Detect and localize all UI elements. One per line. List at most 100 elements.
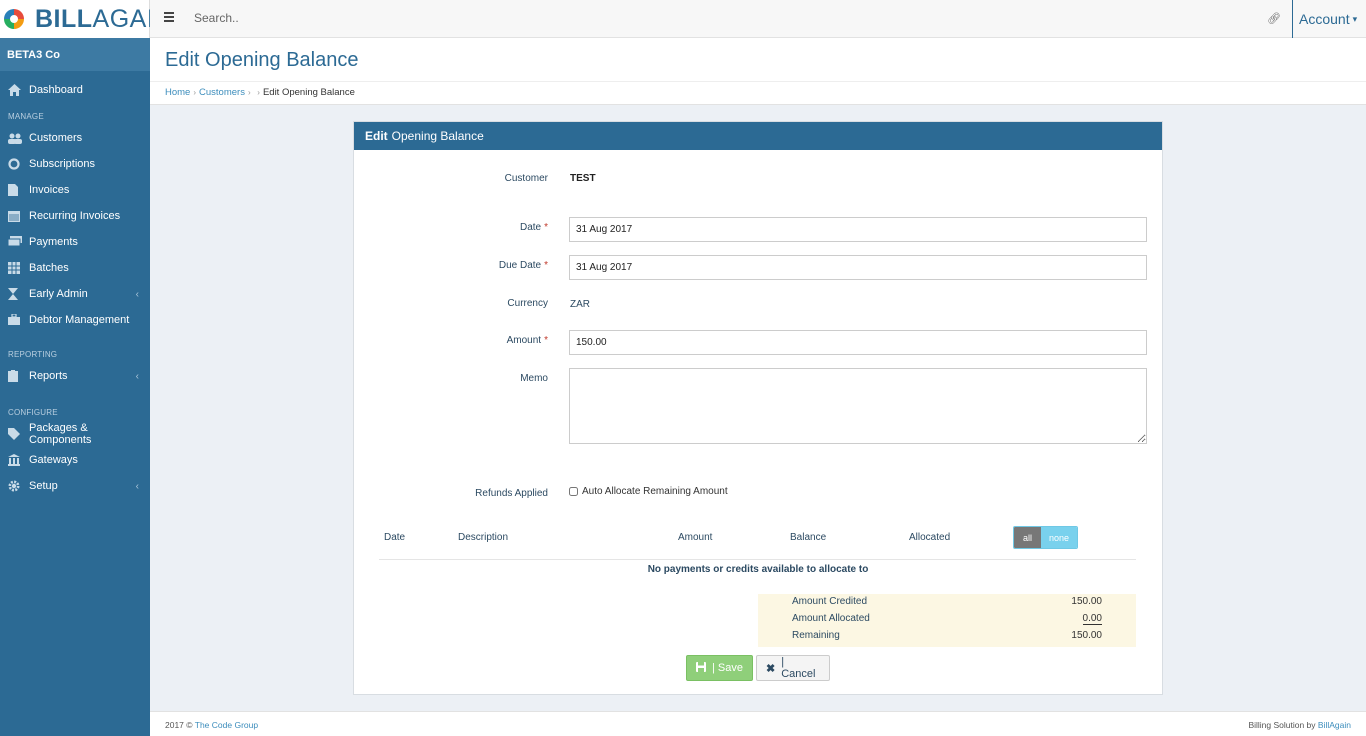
col-date: Date — [384, 532, 406, 543]
sidebar-item-customers[interactable]: Customers — [0, 125, 150, 151]
date-label: Date * — [519, 222, 548, 233]
currency-label: Currency — [507, 298, 548, 309]
sidebar-item-invoices[interactable]: Invoices — [0, 177, 150, 203]
remaining-label: Remaining — [792, 630, 840, 641]
breadcrumb-separator: › › — [247, 88, 260, 97]
refresh-icon — [8, 158, 21, 170]
bank-icon — [8, 454, 21, 466]
footer-company-link[interactable]: The Code Group — [195, 720, 258, 730]
divider — [150, 81, 1366, 82]
sidebar-item-label: Debtor Management — [29, 314, 130, 326]
allocate-toggle: all none — [1013, 526, 1078, 549]
sidebar-item-label: Packages & Components — [29, 422, 92, 446]
sidebar-item-debtor-management[interactable]: Debtor Management — [0, 307, 150, 333]
breadcrumb-separator: › — [193, 88, 197, 97]
footer-billagain-link[interactable]: BillAgain — [1318, 720, 1351, 730]
remaining-value: 150.00 — [1071, 630, 1102, 641]
auto-allocate-label: Auto Allocate Remaining Amount — [582, 486, 728, 497]
section-reporting: REPORTING — [8, 350, 58, 359]
logo[interactable]: BILLAGAIN — [0, 0, 172, 38]
briefcase-icon — [8, 313, 21, 326]
auto-allocate-checkbox[interactable] — [569, 487, 578, 496]
footer: 2017 © The Code Group Billing Solution b… — [150, 711, 1366, 736]
file-icon — [8, 184, 21, 196]
col-allocated: Allocated — [909, 532, 951, 543]
due-date-label: Due Date * — [498, 260, 548, 271]
clipboard-icon — [8, 370, 21, 382]
sidebar-item-setup[interactable]: Setup ‹ — [0, 473, 150, 499]
customer-label: Customer — [504, 173, 548, 184]
sidebar: BILLAGAIN BETA3 Co Dashboard MANAGE Cust… — [0, 0, 172, 736]
save-button-label: | Save — [712, 662, 743, 674]
sidebar-item-batches[interactable]: Batches — [0, 255, 150, 281]
sidebar-item-gateways[interactable]: Gateways — [0, 447, 150, 473]
sidebar-item-dashboard[interactable]: Dashboard — [0, 77, 150, 103]
gear-icon — [8, 480, 21, 492]
sidebar-item-packages[interactable]: Packages & Components — [0, 421, 150, 447]
search-input[interactable] — [194, 11, 494, 25]
sidebar-item-label: Reports — [29, 370, 68, 382]
auto-allocate-checkbox-row[interactable]: Auto Allocate Remaining Amount — [569, 486, 728, 497]
section-configure: CONFIGURE — [8, 408, 58, 417]
sidebar-item-subscriptions[interactable]: Subscriptions — [0, 151, 150, 177]
refunds-applied-label: Refunds Applied — [475, 488, 548, 499]
sidebar-item-label: Subscriptions — [29, 158, 96, 170]
empty-table-message: No payments or credits available to allo… — [647, 564, 869, 575]
panel-title: Edit Opening Balance — [354, 122, 1162, 150]
topbar: 🔗︎ Account ▾ — [150, 0, 1366, 38]
col-description: Description — [458, 532, 509, 543]
color-wheel-icon — [3, 4, 25, 34]
amount-allocated-value: 0.00 — [1082, 613, 1102, 625]
totals-box: Amount Credited 150.00 Amount Allocated … — [758, 594, 1136, 647]
sidebar-item-recurring-invoices[interactable]: Recurring Invoices — [0, 203, 150, 229]
cancel-button-label: | Cancel — [781, 656, 816, 680]
toggle-all-button[interactable]: all — [1014, 527, 1041, 548]
toggle-none-button[interactable]: none — [1041, 527, 1077, 548]
chevron-left-icon: ‹ — [135, 289, 139, 300]
tags-icon — [8, 428, 21, 440]
amount-allocated-label: Amount Allocated — [792, 613, 870, 624]
table-icon — [8, 262, 21, 274]
amount-credited-label: Amount Credited — [792, 596, 868, 607]
breadcrumb-home[interactable]: Home — [165, 87, 190, 98]
sidebar-item-label: Payments — [29, 236, 78, 248]
calendar-icon — [8, 210, 21, 222]
footer-copyright: 2017 © The Code Group — [165, 720, 259, 730]
account-menu[interactable]: Account ▾ — [1292, 0, 1357, 38]
sidebar-item-reports[interactable]: Reports ‹ — [0, 363, 150, 389]
account-label: Account — [1299, 11, 1350, 27]
chevron-left-icon: ‹ — [135, 371, 139, 382]
cancel-button[interactable]: ✖ | Cancel — [756, 655, 830, 681]
sidebar-item-early-admin[interactable]: Early Admin ‹ — [0, 281, 150, 307]
sidebar-item-label: Recurring Invoices — [29, 210, 121, 222]
col-balance: Balance — [790, 532, 827, 543]
users-icon — [8, 132, 22, 144]
col-amount: Amount — [678, 532, 713, 543]
menu-toggle-icon[interactable] — [164, 12, 174, 24]
sidebar-item-label: Invoices — [29, 184, 70, 196]
panel-title-bold: Edit — [365, 129, 388, 143]
home-icon — [8, 84, 21, 96]
sidebar-item-label: Dashboard — [29, 84, 83, 96]
amount-credited-value: 150.00 — [1071, 596, 1102, 607]
sidebar-item-label: Setup — [29, 480, 58, 492]
amount-field[interactable] — [569, 330, 1147, 355]
link-icon[interactable]: 🔗︎ — [1267, 12, 1281, 25]
sidebar-item-label: Customers — [29, 132, 83, 144]
page-header: Edit Opening Balance Home › Customers › › Ed… — [150, 38, 1366, 105]
memo-field[interactable] — [569, 368, 1147, 444]
due-date-field[interactable] — [569, 255, 1147, 280]
save-button[interactable]: | Save — [686, 655, 753, 681]
sidebar-item-payments[interactable]: Payments — [0, 229, 150, 255]
money-icon — [7, 236, 22, 248]
totals-row-credited: Amount Credited 150.00 — [758, 594, 1136, 611]
page-title: Edit Opening Balance — [165, 49, 359, 71]
table-divider — [379, 559, 1136, 560]
breadcrumb: Home › Customers › › Edit Opening Balance — [165, 87, 355, 98]
date-field[interactable] — [569, 217, 1147, 242]
breadcrumb-customers[interactable]: Customers — [199, 87, 245, 98]
customer-value: TEST — [570, 173, 596, 184]
hourglass-icon — [8, 288, 21, 300]
totals-row-allocated: Amount Allocated 0.00 — [758, 611, 1136, 628]
footer-credit: Billing Solution by BillAgain — [1248, 720, 1351, 730]
